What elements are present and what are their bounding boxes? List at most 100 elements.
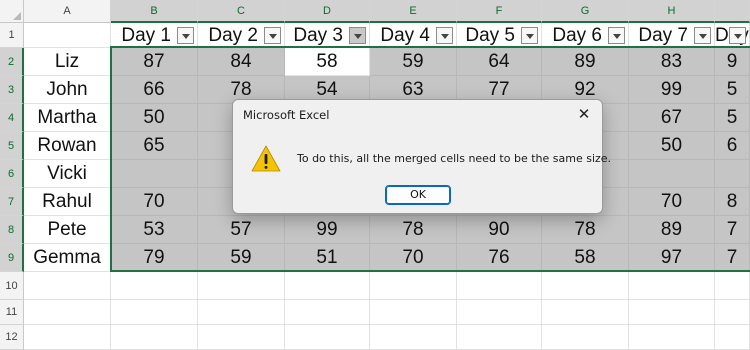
cell[interactable]	[629, 300, 715, 325]
filter-dropdown-icon[interactable]	[608, 27, 625, 44]
dialog-close-button[interactable]: ✕	[572, 103, 596, 125]
cell[interactable]	[111, 272, 198, 300]
value-cell[interactable]: 8	[715, 188, 750, 216]
value-cell[interactable]: 7	[715, 244, 750, 272]
cell[interactable]	[715, 272, 750, 300]
cell[interactable]	[629, 325, 715, 350]
value-cell[interactable]: 53	[111, 216, 198, 244]
name-cell[interactable]: Rahul	[24, 188, 111, 216]
value-cell[interactable]	[715, 160, 750, 188]
value-cell[interactable]: 58	[542, 244, 629, 272]
row-header[interactable]: 9	[0, 244, 24, 272]
value-cell[interactable]: 9	[715, 48, 750, 76]
value-cell[interactable]: 50	[629, 132, 715, 160]
cell[interactable]	[111, 325, 198, 350]
name-cell[interactable]: Rowan	[24, 132, 111, 160]
name-cell[interactable]: John	[24, 76, 111, 104]
value-cell[interactable]: 97	[629, 244, 715, 272]
cell[interactable]	[370, 325, 457, 350]
value-cell[interactable]: 99	[629, 76, 715, 104]
value-cell[interactable]: 50	[111, 104, 198, 132]
value-cell[interactable]: 65	[111, 132, 198, 160]
value-cell[interactable]: 6	[715, 132, 750, 160]
cell[interactable]	[285, 325, 370, 350]
cell[interactable]	[542, 272, 629, 300]
header-cell[interactable]: Day 3	[285, 23, 370, 48]
value-cell[interactable]: 76	[457, 244, 542, 272]
value-cell[interactable]: 5	[715, 104, 750, 132]
cell[interactable]	[715, 325, 750, 350]
select-all-corner[interactable]	[0, 0, 24, 23]
value-cell[interactable]: 83	[629, 48, 715, 76]
cell[interactable]	[111, 300, 198, 325]
value-cell[interactable]: 64	[457, 48, 542, 76]
cell[interactable]	[24, 23, 111, 48]
value-cell[interactable]: 59	[198, 244, 285, 272]
cell[interactable]	[198, 300, 285, 325]
row-header[interactable]: 5	[0, 132, 24, 160]
value-cell[interactable]: 89	[629, 216, 715, 244]
value-cell[interactable]: 87	[111, 48, 198, 76]
row-header[interactable]: 10	[0, 272, 24, 300]
row-header[interactable]: 4	[0, 104, 24, 132]
name-cell[interactable]: Martha	[24, 104, 111, 132]
row-header[interactable]: 8	[0, 216, 24, 244]
filter-dropdown-icon[interactable]	[694, 27, 711, 44]
cell[interactable]	[370, 272, 457, 300]
value-cell[interactable]: 78	[542, 216, 629, 244]
filter-dropdown-icon[interactable]	[177, 27, 194, 44]
cell[interactable]	[542, 300, 629, 325]
filter-dropdown-icon[interactable]	[264, 27, 281, 44]
value-cell[interactable]: 70	[111, 188, 198, 216]
value-cell[interactable]	[629, 160, 715, 188]
column-header[interactable]: B	[111, 0, 198, 23]
value-cell[interactable]: 66	[111, 76, 198, 104]
row-header[interactable]: 7	[0, 188, 24, 216]
value-cell[interactable]: 70	[370, 244, 457, 272]
filter-dropdown-icon[interactable]	[436, 27, 453, 44]
row-header[interactable]: 1	[0, 23, 24, 48]
cell[interactable]	[457, 300, 542, 325]
cell[interactable]	[198, 325, 285, 350]
header-cell[interactable]: Day 2	[198, 23, 285, 48]
cell[interactable]	[198, 272, 285, 300]
filter-dropdown-icon[interactable]	[349, 27, 366, 44]
value-cell[interactable]: 90	[457, 216, 542, 244]
filter-dropdown-icon[interactable]	[521, 27, 538, 44]
column-header[interactable]: H	[629, 0, 715, 23]
value-cell[interactable]: 70	[629, 188, 715, 216]
value-cell[interactable]: 5	[715, 76, 750, 104]
cell[interactable]	[457, 325, 542, 350]
column-header[interactable]: C	[198, 0, 285, 23]
row-header[interactable]: 3	[0, 76, 24, 104]
row-header[interactable]: 11	[0, 300, 24, 325]
cell[interactable]	[370, 300, 457, 325]
column-header[interactable]: E	[370, 0, 457, 23]
cell[interactable]	[715, 300, 750, 325]
header-cell[interactable]: Day 5	[457, 23, 542, 48]
header-cell[interactable]: Day 6	[542, 23, 629, 48]
column-header[interactable]: D	[285, 0, 370, 23]
column-header[interactable]: A	[24, 0, 111, 23]
name-cell[interactable]: Pete	[24, 216, 111, 244]
column-header[interactable]	[715, 0, 750, 23]
cell[interactable]	[285, 272, 370, 300]
value-cell[interactable]: 58	[285, 48, 370, 76]
row-header[interactable]: 6	[0, 160, 24, 188]
ok-button[interactable]: OK	[385, 185, 451, 205]
column-header[interactable]: G	[542, 0, 629, 23]
name-cell[interactable]: Gemma	[24, 244, 111, 272]
value-cell[interactable]: 89	[542, 48, 629, 76]
filter-dropdown-icon[interactable]	[729, 27, 746, 44]
header-cell[interactable]: Day 1	[111, 23, 198, 48]
value-cell[interactable]: 57	[198, 216, 285, 244]
value-cell[interactable]: 84	[198, 48, 285, 76]
cell[interactable]	[24, 272, 111, 300]
value-cell[interactable]	[111, 160, 198, 188]
header-cell[interactable]: Day 8	[715, 23, 750, 48]
cell[interactable]	[542, 325, 629, 350]
value-cell[interactable]: 79	[111, 244, 198, 272]
value-cell[interactable]: 78	[370, 216, 457, 244]
header-cell[interactable]: Day 4	[370, 23, 457, 48]
value-cell[interactable]: 67	[629, 104, 715, 132]
